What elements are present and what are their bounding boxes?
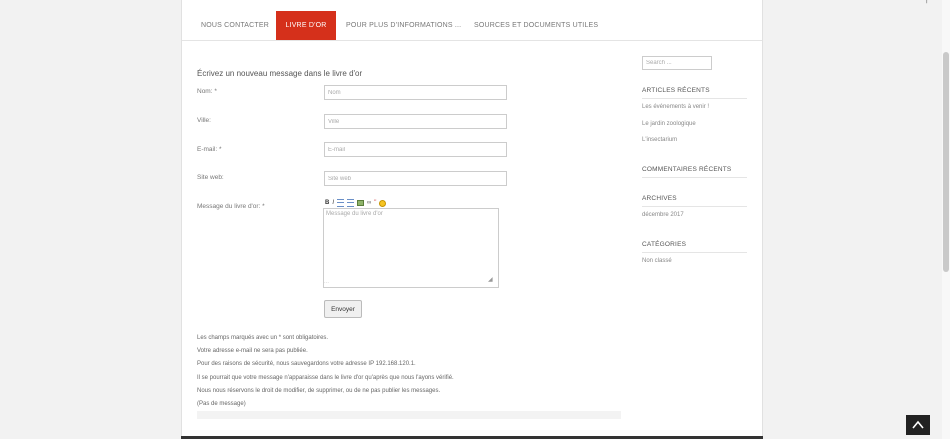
page-scrollbar[interactable]: [942, 0, 950, 439]
note-rights: Nous nous réservons le droit de modifier…: [197, 388, 441, 394]
recent-post-link[interactable]: Le jardin zoologique: [642, 121, 696, 127]
smiley-icon[interactable]: [379, 199, 387, 207]
no-messages-text: (Pas de message): [197, 401, 246, 407]
resize-handle-icon[interactable]: ◢: [488, 276, 493, 283]
nav-item-livre-dor[interactable]: LIVRE D'OR: [276, 11, 336, 40]
italic-button[interactable]: I: [332, 198, 334, 208]
bold-button[interactable]: B: [325, 198, 329, 208]
bulleted-list-icon[interactable]: [337, 199, 345, 207]
site-web-label: Site web:: [197, 174, 224, 181]
message-textarea[interactable]: [323, 208, 499, 288]
envoyer-button[interactable]: Envoyer: [324, 300, 362, 318]
archives-heading: ARCHIVES: [642, 195, 747, 207]
email-label: E-mail: *: [197, 146, 222, 153]
main-navigation: NOUS CONTACTER LIVRE D'OR POUR PLUS D'IN…: [182, 11, 762, 41]
scrollbar-thumb[interactable]: [943, 52, 949, 272]
note-moderation: Il se pourrait que votre message n'appar…: [197, 375, 454, 381]
recent-post-link[interactable]: Les événements à venir !: [642, 104, 709, 110]
categories-heading: CATÉGORIES: [642, 241, 747, 253]
nav-item-plus-informations[interactable]: POUR PLUS D'INFORMATIONS ...: [346, 11, 461, 40]
page-content: ⚲ NOUS CONTACTER LIVRE D'OR POUR PLUS D'…: [181, 0, 930, 439]
sidebar-search-input[interactable]: [642, 56, 712, 70]
search-icon[interactable]: ⚲: [923, 0, 930, 5]
nom-input[interactable]: [324, 85, 507, 100]
form-title: Écrivez un nouveau message dans le livre…: [197, 69, 363, 78]
nav-item-sources-documents[interactable]: SOURCES ET DOCUMENTS UTILES: [474, 11, 598, 40]
site-web-input[interactable]: [324, 171, 507, 186]
quote-icon[interactable]: ": [374, 200, 376, 206]
message-label: Message du livre d'or: *: [197, 203, 265, 210]
numbered-list-icon[interactable]: [347, 199, 355, 207]
link-icon[interactable]: ∞: [367, 200, 371, 206]
nav-item-nous-contacter[interactable]: NOUS CONTACTER: [201, 11, 269, 40]
back-to-top-button[interactable]: [906, 415, 930, 435]
note-ip-address: Pour des raisons de sécurité, nous sauve…: [197, 361, 416, 367]
nom-label: Nom: *: [197, 88, 217, 95]
recent-posts-heading: ARTICLES RÉCENTS: [642, 87, 747, 99]
chevron-up-icon: [912, 420, 924, 429]
messages-divider: [197, 411, 621, 419]
recent-post-link[interactable]: L'insectarium: [642, 137, 677, 143]
drag-handle-icon[interactable]: ⋯: [324, 280, 329, 286]
editor-toolbar: B I ∞ ": [325, 198, 387, 208]
email-input[interactable]: [324, 142, 507, 157]
category-link[interactable]: Non classé: [642, 258, 672, 264]
note-email-private: Votre adresse e-mail ne sera pas publiée…: [197, 348, 308, 354]
image-icon[interactable]: [357, 200, 365, 206]
ville-input[interactable]: [324, 114, 507, 129]
archive-link[interactable]: décembre 2017: [642, 212, 684, 218]
recent-comments-heading: COMMENTAIRES RÉCENTS: [642, 166, 747, 178]
note-required-fields: Les champs marqués avec un * sont obliga…: [197, 335, 329, 341]
ville-label: Ville:: [197, 117, 211, 124]
